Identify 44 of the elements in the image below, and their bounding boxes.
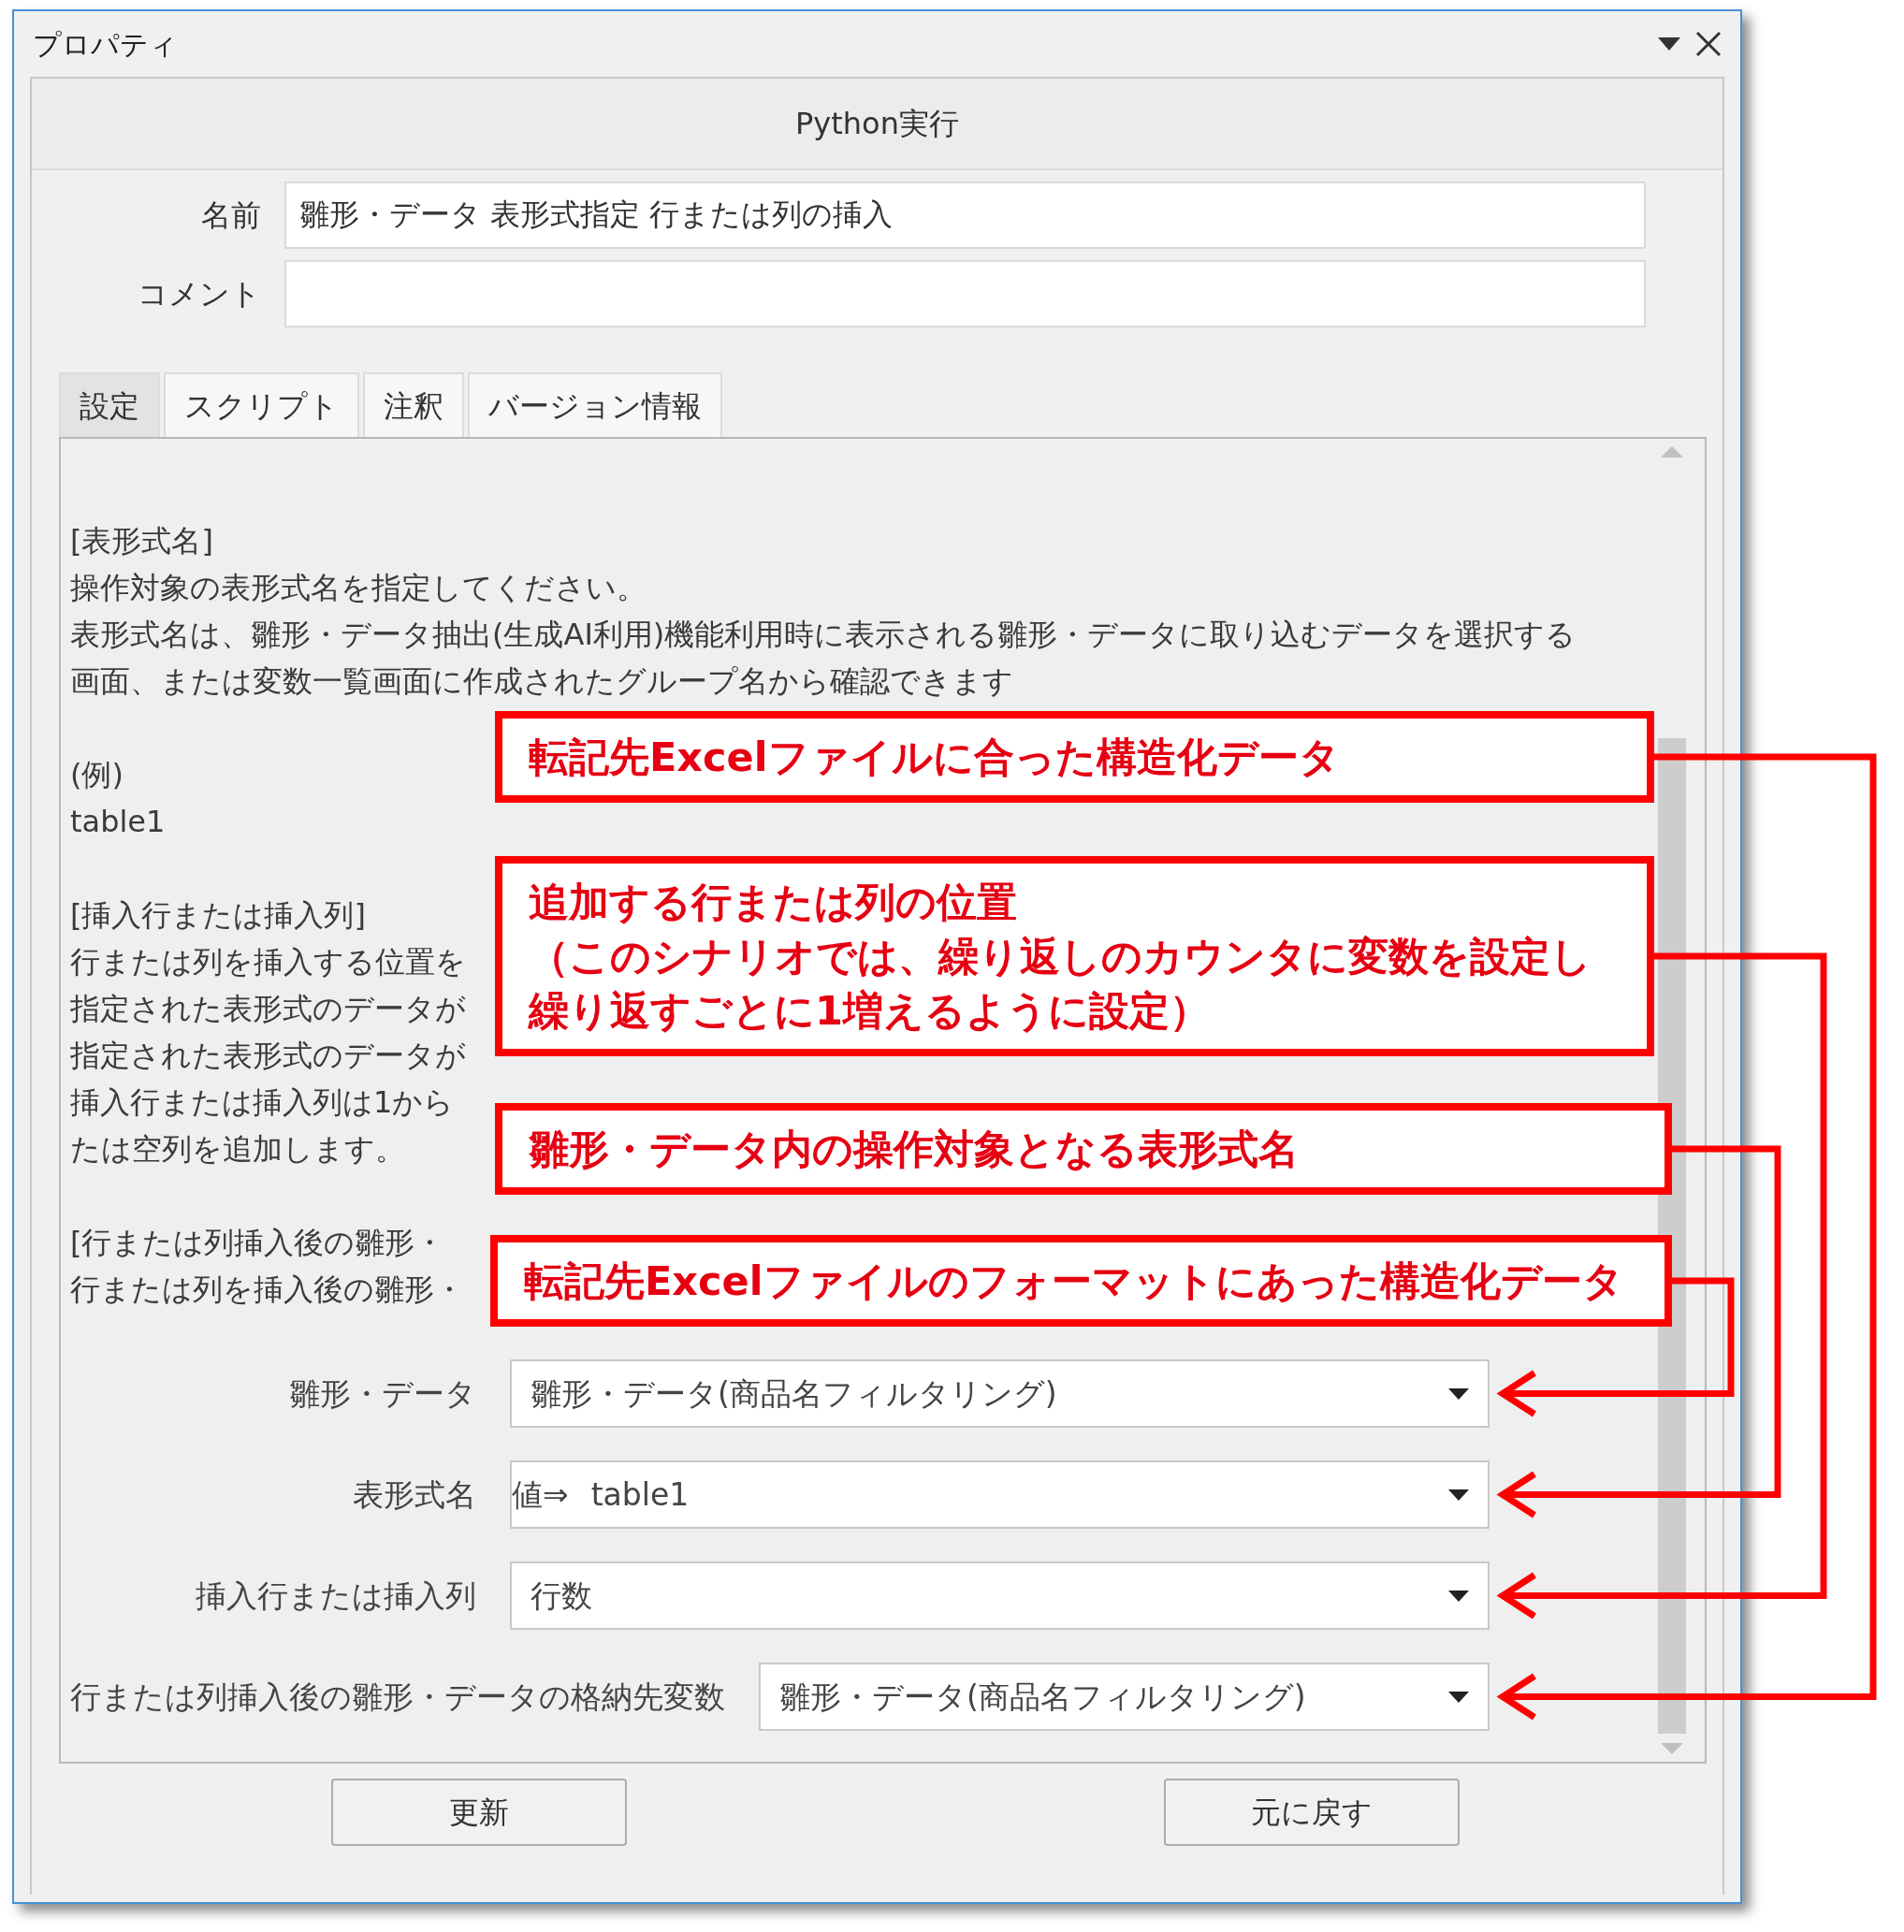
description-line: [表形式名] (70, 523, 213, 559)
window-title: プロパティ (33, 26, 178, 63)
callout-box: 転記先Excelファイルのフォーマットにあった構造化データ (490, 1235, 1672, 1327)
description-line: 挿入行または挿入列は1から (70, 1084, 455, 1120)
description-line: (例) (70, 757, 124, 792)
dropdown-field[interactable]: 行数 (510, 1562, 1490, 1630)
text-field[interactable] (284, 260, 1646, 327)
dropdown-field[interactable]: 値⇒ table1 (510, 1460, 1490, 1529)
description-line: [行または列挿入後の雛形・ (70, 1225, 445, 1260)
close-icon[interactable] (1695, 31, 1722, 57)
description-line: 画面、または変数一覧画面に作成されたグループ名から確認できます (70, 663, 1013, 699)
dropdown-arrow-icon[interactable] (1448, 1489, 1469, 1501)
text-field[interactable]: 雛形・データ 表形式指定 行または列の挿入 (284, 182, 1646, 249)
dropdown-arrow-icon[interactable] (1448, 1590, 1469, 1602)
dropdown-arrow-icon[interactable] (1448, 1387, 1469, 1400)
panel-header: Python実行 (32, 79, 1722, 170)
setting-label: 表形式名 (353, 1474, 476, 1515)
description-line: 操作対象の表形式名を指定してください。 (70, 570, 647, 605)
dropdown-field[interactable]: 雛形・データ(商品名フィルタリング) (759, 1663, 1490, 1731)
dropdown-icon[interactable] (1658, 37, 1680, 51)
description-line: 指定された表形式のデータが (70, 991, 466, 1026)
setting-label: 雛形・データ (289, 1373, 476, 1414)
update-button[interactable]: 更新 (331, 1779, 627, 1846)
description-line: 指定された表形式のデータが (70, 1038, 466, 1073)
description-line: table1 (70, 804, 166, 839)
callout-box: 雛形・データ内の操作対象となる表形式名 (495, 1103, 1672, 1195)
setting-label: 挿入行または挿入列 (196, 1576, 476, 1616)
description-line: 行または列を挿入後の雛形・ (70, 1271, 464, 1307)
setting-label: 行または列挿入後の雛形・データの格納先変数 (70, 1677, 725, 1717)
description-line: 行または列を挿入する位置を (70, 944, 466, 980)
field-label: 名前 (200, 196, 262, 235)
callout-box: 転記先Excelファイルに合った構造化データ (495, 711, 1654, 803)
dropdown-arrow-icon[interactable] (1448, 1691, 1469, 1703)
description-line: たは空列を追加します。 (70, 1131, 405, 1167)
field-label: コメント (137, 275, 262, 313)
revert-button[interactable]: 元に戻す (1164, 1779, 1460, 1846)
description-line: 表形式名は、雛形・データ抽出(生成AI利用)機能利用時に表示される雛形・データに取り込むデータを選択する (70, 617, 1577, 652)
callout-box: 追加する行または列の位置 （このシナリオでは、繰り返しのカウンタに変数を設定し繰り返すごとに1増えるように設定） (495, 856, 1654, 1056)
description-line: [挿入行または挿入列] (70, 897, 366, 933)
tab[interactable]: スクリプト (164, 372, 359, 437)
dropdown-field[interactable]: 雛形・データ(商品名フィルタリング) (510, 1359, 1490, 1428)
tab[interactable]: 注釈 (363, 372, 464, 437)
tab[interactable]: 設定 (59, 372, 160, 437)
tab[interactable]: バージョン情報 (468, 372, 722, 437)
